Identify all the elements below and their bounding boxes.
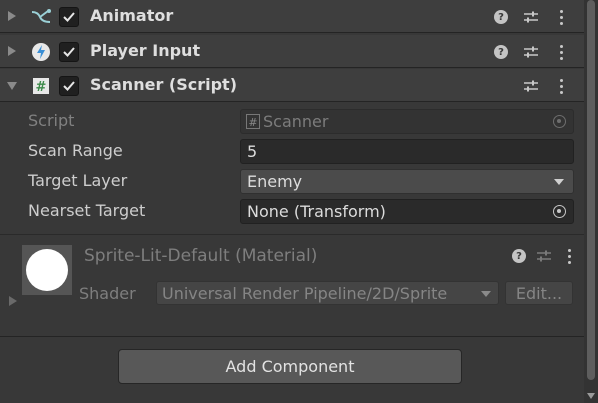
scan-range-input[interactable]: 5 [240,139,574,164]
script-icon: # [30,76,52,96]
dropdown-arrow-icon [481,291,491,297]
player-input-icon [30,42,52,62]
script-value: Scanner [263,112,329,131]
svg-text:#: # [248,116,257,129]
component-enabled-checkbox[interactable] [59,42,79,62]
material-preview [22,245,72,295]
material-sphere [26,249,68,291]
edit-shader-button[interactable]: Edit... [505,281,573,305]
svg-text:#: # [36,80,47,95]
component-title: Animator [90,6,174,25]
presets-icon[interactable] [522,8,540,26]
help-icon[interactable]: ? [492,43,510,61]
target-layer-row: Target Layer Enemy [0,168,584,194]
foldout-arrow-icon[interactable] [9,296,17,306]
shader-dropdown[interactable]: Universal Render Pipeline/2D/Sprite [156,281,499,305]
context-menu-icon[interactable] [552,43,570,61]
edit-button-label: Edit... [515,284,563,303]
object-picker-icon[interactable] [553,205,566,218]
shader-value: Universal Render Pipeline/2D/Sprite [162,284,448,303]
animator-icon [30,7,52,27]
help-icon[interactable]: ? [510,247,528,265]
script-file-icon: # [246,114,260,129]
component-header-animator[interactable]: Animator ? [0,0,584,33]
help-icon[interactable]: ? [492,8,510,26]
scroll-down-arrow-icon[interactable] [587,393,595,399]
dropdown-arrow-icon [554,179,564,185]
component-title: Player Input [90,41,201,60]
foldout-arrow-icon[interactable] [8,46,16,56]
divider [0,234,584,235]
target-layer-value: Enemy [247,172,303,191]
foldout-arrow-icon[interactable] [7,82,17,90]
component-header-scanner[interactable]: # Scanner (Script) [0,69,584,102]
add-component-label: Add Component [225,357,355,376]
object-picker-icon [553,115,566,128]
scan-range-label: Scan Range [28,141,123,160]
nearest-target-row: Nearset Target None (Transform) [0,198,584,224]
scrollbar-thumb[interactable] [587,0,595,380]
presets-icon[interactable] [522,43,540,61]
vertical-scrollbar[interactable] [584,0,598,403]
add-component-button[interactable]: Add Component [118,349,462,384]
component-title: Scanner (Script) [90,75,238,94]
material-title: Sprite-Lit-Default (Material) [84,246,318,266]
component-enabled-checkbox[interactable] [59,7,79,27]
presets-icon[interactable] [522,77,540,95]
presets-icon [535,247,553,265]
scan-range-row: Scan Range 5 [0,138,584,164]
nearest-target-value: None (Transform) [247,202,386,221]
shader-label: Shader [79,284,136,303]
nearest-target-object-field[interactable]: None (Transform) [240,199,574,224]
divider [0,336,584,337]
scan-range-value: 5 [247,142,258,161]
context-menu-icon[interactable] [552,8,570,26]
material-section: Sprite-Lit-Default (Material) ? Shader U… [0,236,584,336]
foldout-arrow-icon[interactable] [8,11,16,21]
context-menu-icon[interactable] [560,247,578,265]
script-label: Script [28,111,75,130]
nearest-target-label: Nearset Target [28,201,146,220]
script-field-row: Script # Scanner [0,108,584,134]
context-menu-icon[interactable] [552,77,570,95]
component-enabled-checkbox[interactable] [59,76,79,96]
component-header-player-input[interactable]: Player Input ? [0,35,584,68]
target-layer-label: Target Layer [28,171,128,190]
target-layer-dropdown[interactable]: Enemy [240,169,574,194]
script-object-field: # Scanner [240,109,574,134]
